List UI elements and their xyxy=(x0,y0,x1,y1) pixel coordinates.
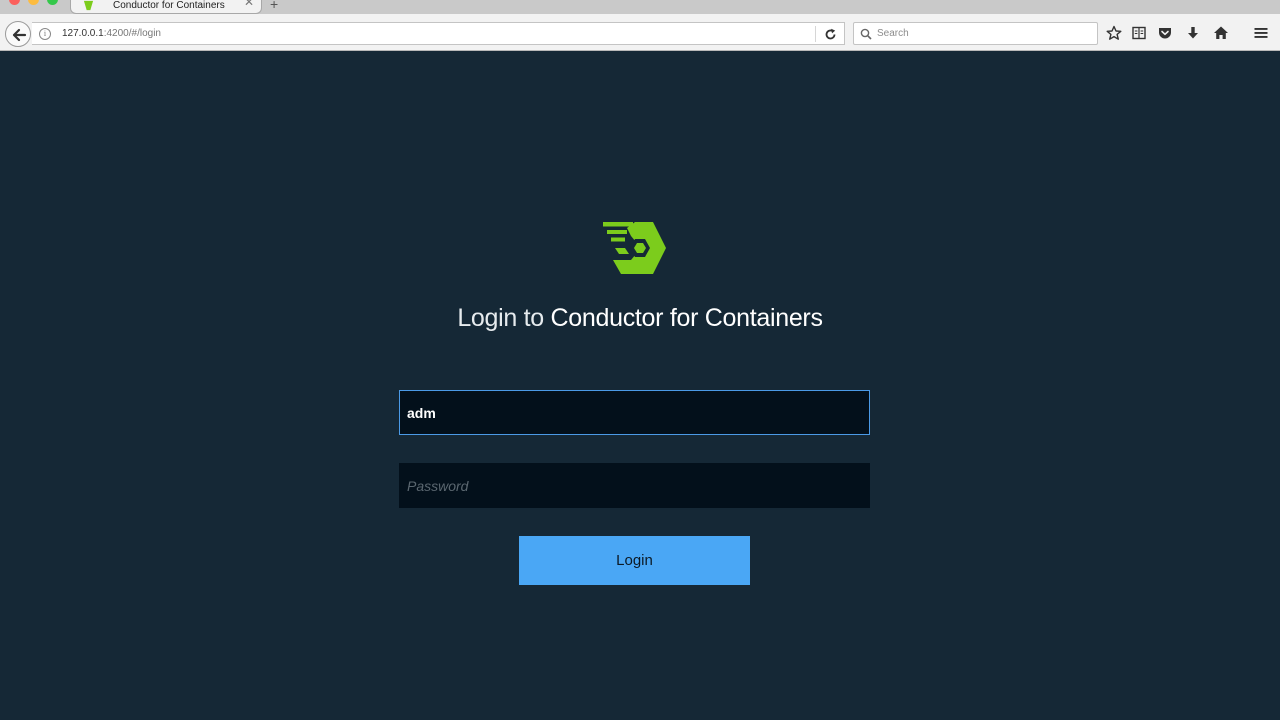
download-icon[interactable] xyxy=(1185,25,1201,41)
back-arrow-icon xyxy=(12,28,27,42)
tab-close-icon[interactable]: ✕ xyxy=(244,0,254,8)
search-icon xyxy=(860,28,872,40)
tab-title: Conductor for Containers xyxy=(113,0,225,11)
url-host: 127.0.0.1 xyxy=(62,28,104,39)
login-heading-prefix: Login to xyxy=(457,304,551,332)
search-bar[interactable]: Search xyxy=(853,22,1098,45)
password-input[interactable] xyxy=(399,463,870,508)
window-minimize-button[interactable] xyxy=(28,0,39,5)
reading-list-icon[interactable] xyxy=(1131,25,1147,41)
url-path: :4200/#/login xyxy=(103,28,161,39)
login-heading-brand: Conductor for Containers xyxy=(550,304,823,332)
window-close-button[interactable] xyxy=(9,0,20,5)
url-divider xyxy=(815,26,816,42)
hamburger-menu-icon[interactable] xyxy=(1253,25,1269,41)
bookmark-star-icon[interactable] xyxy=(1106,25,1122,41)
back-button[interactable] xyxy=(5,21,31,47)
conductor-favicon-icon xyxy=(83,0,94,11)
url-text[interactable]: 127.0.0.1:4200/#/login xyxy=(62,28,161,39)
conductor-logo-icon xyxy=(603,222,666,274)
login-button[interactable]: Login xyxy=(519,536,750,585)
new-tab-button[interactable]: + xyxy=(270,0,278,11)
pocket-icon[interactable] xyxy=(1157,25,1173,41)
browser-nav-bar: i 127.0.0.1:4200/#/login Search xyxy=(0,14,1280,51)
reload-icon[interactable] xyxy=(824,28,837,41)
browser-tab-bar: Conductor for Containers ✕ + xyxy=(0,0,1280,14)
home-icon[interactable] xyxy=(1213,25,1229,41)
browser-tab-active[interactable]: Conductor for Containers ✕ xyxy=(70,0,262,14)
login-heading: Login to Conductor for Containers xyxy=(0,304,1280,333)
url-bar[interactable]: i 127.0.0.1:4200/#/login xyxy=(32,22,845,45)
info-icon[interactable]: i xyxy=(39,28,51,40)
window-zoom-button[interactable] xyxy=(47,0,58,5)
search-placeholder: Search xyxy=(877,28,909,39)
username-input[interactable] xyxy=(399,390,870,435)
